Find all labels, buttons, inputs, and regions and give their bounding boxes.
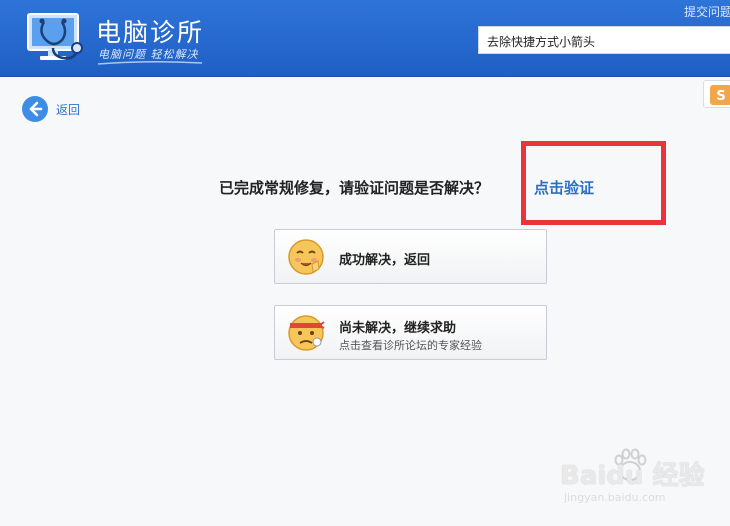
slogan-underline	[97, 60, 203, 65]
unresolved-subtitle: 点击查看诊所论坛的专家经验	[339, 339, 482, 352]
resolved-button[interactable]: 成功解决，返回	[274, 229, 547, 284]
happy-face-icon	[288, 239, 324, 275]
svg-text:S: S	[716, 89, 725, 104]
unresolved-title: 尚未解决，继续求助	[339, 321, 457, 336]
verify-prompt: 已完成常规修复，请验证问题是否解决？	[219, 179, 490, 197]
worried-face-icon	[288, 315, 325, 351]
watermark-brand: Baidu 经验	[560, 461, 705, 491]
unresolved-button[interactable]: 尚未解决，继续求助 点击查看诊所论坛的专家经验	[274, 305, 547, 360]
back-arrow-icon	[22, 96, 48, 122]
side-badge[interactable]: S	[703, 80, 730, 108]
monitor-stethoscope-icon	[27, 13, 83, 60]
resolved-title: 成功解决，返回	[339, 253, 431, 268]
search-input[interactable]: 去除快捷方式小箭头	[478, 26, 730, 54]
app-title: 电脑诊所	[96, 18, 205, 47]
highlight-box	[521, 141, 666, 225]
app-header: 电脑诊所 电脑问题 轻松解决 提交问题 去除快捷方式小箭头	[0, 0, 730, 77]
submit-question-link[interactable]: 提交问题	[684, 3, 730, 20]
baidu-watermark: Baidu 经验 jingyan.baidu.com	[560, 447, 704, 517]
side-badge-icon: S	[710, 85, 730, 105]
watermark-url: jingyan.baidu.com	[564, 491, 666, 504]
back-label: 返回	[56, 103, 81, 117]
